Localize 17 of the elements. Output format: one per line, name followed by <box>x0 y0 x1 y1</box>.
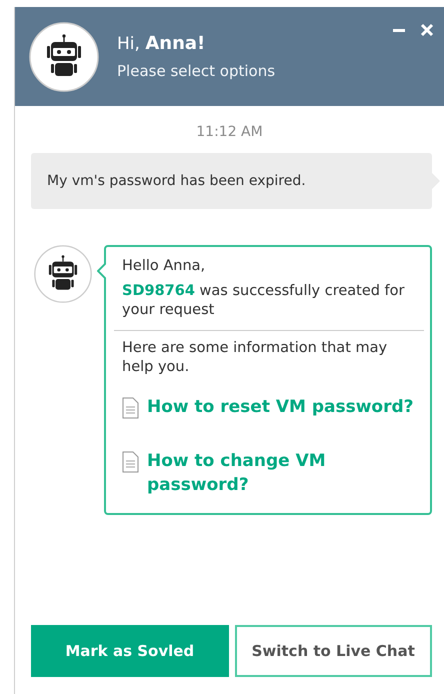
status-text: SD98764 was successfully created for your request <box>122 282 406 320</box>
close-button[interactable] <box>418 21 436 39</box>
greeting-title: Hi, Anna! <box>117 33 206 54</box>
document-icon <box>122 397 139 419</box>
greeting-text: Hello Anna, <box>122 257 206 276</box>
resolve-button[interactable]: Mark as Sovled <box>31 625 228 677</box>
live-chat-button[interactable]: Switch to Live Chat <box>234 625 432 677</box>
bot-avatar <box>29 22 99 92</box>
timestamp: 11:12 AM <box>196 124 263 140</box>
bot-avatar <box>34 245 92 303</box>
help-link[interactable]: How to reset VM password? <box>122 395 416 419</box>
header-subtitle: Please select options <box>117 62 276 80</box>
close-icon <box>420 23 434 37</box>
document-icon <box>122 451 139 473</box>
message-text: My vm's password has been expired. <box>47 173 306 189</box>
info-text: Here are some information that may help you. <box>122 339 388 377</box>
help-link[interactable]: How to change VM password? <box>122 449 416 497</box>
